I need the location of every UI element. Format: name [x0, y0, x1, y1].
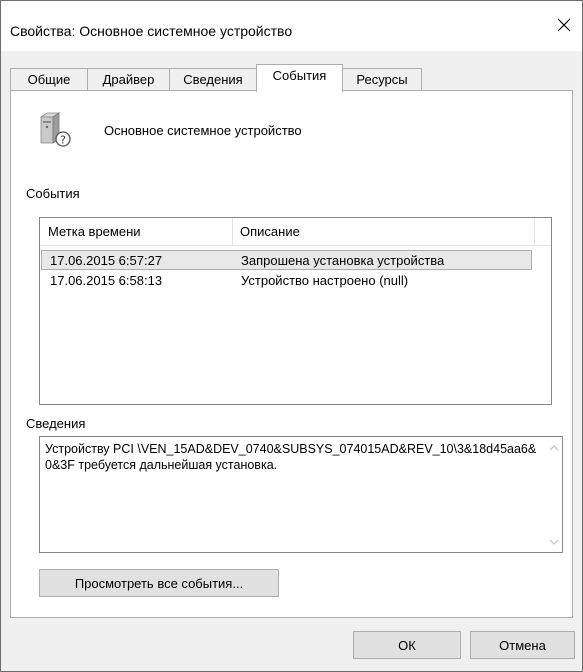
column-divider[interactable] [534, 218, 535, 245]
tab-details[interactable]: Сведения [169, 68, 257, 90]
column-header-timestamp[interactable]: Метка времени [48, 224, 141, 239]
events-list[interactable]: Метка времени Описание 17.06.2015 6:57:2… [39, 217, 552, 405]
tab-general[interactable]: Общие [10, 68, 88, 90]
cancel-label: Отмена [499, 637, 546, 653]
events-section-label: События [26, 186, 80, 201]
tab-label: Ресурсы [356, 72, 408, 87]
tab-label: Сведения [183, 72, 243, 87]
ok-button[interactable]: ОК [353, 631, 461, 659]
view-all-events-button[interactable]: Просмотреть все события... [39, 569, 279, 597]
properties-dialog: Свойства: Основное системное устройство … [0, 0, 583, 672]
table-row[interactable]: 17.06.2015 6:57:27 Запрошена установка у… [41, 250, 532, 270]
device-name: Основное системное устройство [104, 123, 302, 138]
event-time: 17.06.2015 6:57:27 [50, 253, 163, 268]
cancel-button[interactable]: Отмена [470, 631, 575, 659]
view-all-events-label: Просмотреть все события... [74, 575, 244, 591]
tab-label: События [272, 68, 327, 83]
close-icon [557, 18, 571, 32]
event-description: Устройство настроено (null) [241, 273, 409, 288]
events-list-header: Метка времени Описание [40, 218, 551, 246]
scroll-up-button[interactable] [545, 439, 562, 456]
column-divider[interactable] [232, 218, 233, 245]
table-row[interactable]: 17.06.2015 6:58:13 Устройство настроено … [41, 271, 532, 291]
tab-driver[interactable]: Драйвер [87, 68, 170, 90]
ok-label: ОК [398, 637, 416, 653]
tab-label: Драйвер [102, 72, 155, 87]
event-time: 17.06.2015 6:58:13 [50, 273, 163, 288]
tab-label: Общие [27, 72, 71, 87]
tab-resources[interactable]: Ресурсы [342, 68, 422, 90]
title-bar: Свойства: Основное системное устройство [1, 1, 582, 51]
details-scrollbar[interactable] [545, 437, 562, 552]
chevron-down-icon [549, 539, 558, 545]
device-unknown-icon: ? [39, 112, 71, 147]
scroll-down-button[interactable] [545, 533, 562, 550]
chevron-up-icon [549, 444, 558, 450]
svg-text:?: ? [60, 134, 66, 147]
tab-strip: Общие Драйвер Сведения События Ресурсы [10, 64, 575, 92]
details-section-label: Сведения [26, 416, 86, 431]
details-textbox[interactable]: Устройству PCI \VEN_15AD&DEV_0740&SUBSYS… [39, 436, 563, 553]
details-text: Устройству PCI \VEN_15AD&DEV_0740&SUBSYS… [45, 442, 537, 472]
window-title: Свойства: Основное системное устройство [10, 23, 293, 39]
events-tab-panel: ? Основное системное устройство События … [10, 90, 573, 618]
close-button[interactable] [548, 9, 580, 41]
event-description: Запрошена установка устройства [241, 253, 445, 268]
tab-events[interactable]: События [256, 64, 343, 92]
column-header-description[interactable]: Описание [240, 224, 300, 239]
